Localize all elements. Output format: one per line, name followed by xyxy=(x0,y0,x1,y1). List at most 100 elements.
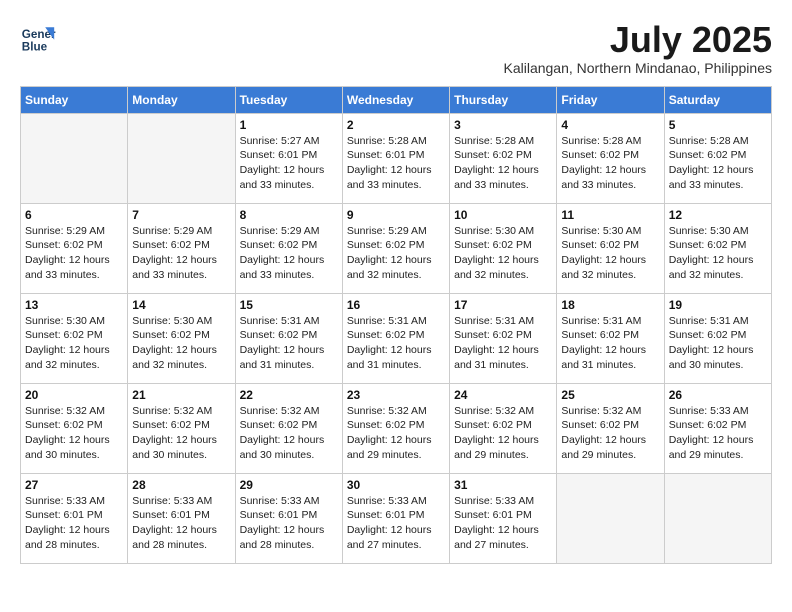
day-info: Sunrise: 5:32 AM Sunset: 6:02 PM Dayligh… xyxy=(347,404,445,463)
calendar-cell: 29 Sunrise: 5:33 AM Sunset: 6:01 PM Dayli… xyxy=(235,473,342,563)
calendar-cell: 23Sunrise: 5:32 AM Sunset: 6:02 PM Dayli… xyxy=(342,383,449,473)
day-number: 22 xyxy=(240,388,338,402)
calendar-cell: 13 Sunrise: 5:30 AM Sunset: 6:02 PM Dayli… xyxy=(21,293,128,383)
calendar-cell: 20 Sunrise: 5:32 AM Sunset: 6:02 PM Dayli… xyxy=(21,383,128,473)
day-info: Sunrise: 5:33 AM Sunset: 6:01 PM Dayligh… xyxy=(347,494,445,553)
day-number: 9 xyxy=(347,208,445,222)
day-number: 17 xyxy=(454,298,552,312)
location-subtitle: Kalilangan, Northern Mindanao, Philippin… xyxy=(503,60,772,76)
day-info: Sunrise: 5:29 AM Sunset: 6:02 PM Dayligh… xyxy=(240,224,338,283)
day-number: 14 xyxy=(132,298,230,312)
day-number: 21 xyxy=(132,388,230,402)
calendar-cell: 24 Sunrise: 5:32 AM Sunset: 6:02 PM Dayli… xyxy=(450,383,557,473)
day-info: Sunrise: 5:28 AM Sunset: 6:01 PM Dayligh… xyxy=(347,134,445,193)
calendar-cell: 8 Sunrise: 5:29 AM Sunset: 6:02 PM Daylig… xyxy=(235,203,342,293)
week-row-5: 27 Sunrise: 5:33 AM Sunset: 6:01 PM Dayli… xyxy=(21,473,772,563)
calendar-cell: 12Sunrise: 5:30 AM Sunset: 6:02 PM Dayli… xyxy=(664,203,771,293)
day-info: Sunrise: 5:32 AM Sunset: 6:02 PM Dayligh… xyxy=(454,404,552,463)
day-info: Sunrise: 5:31 AM Sunset: 6:02 PM Dayligh… xyxy=(454,314,552,373)
day-number: 2 xyxy=(347,118,445,132)
calendar-cell: 7 Sunrise: 5:29 AM Sunset: 6:02 PM Daylig… xyxy=(128,203,235,293)
weekday-header: Sunday xyxy=(21,86,128,113)
calendar-cell xyxy=(664,473,771,563)
day-info: Sunrise: 5:28 AM Sunset: 6:02 PM Dayligh… xyxy=(561,134,659,193)
day-number: 6 xyxy=(25,208,123,222)
day-info: Sunrise: 5:32 AM Sunset: 6:02 PM Dayligh… xyxy=(132,404,230,463)
day-number: 7 xyxy=(132,208,230,222)
calendar-cell: 2 Sunrise: 5:28 AM Sunset: 6:01 PM Daylig… xyxy=(342,113,449,203)
calendar-cell: 9 Sunrise: 5:29 AM Sunset: 6:02 PM Daylig… xyxy=(342,203,449,293)
day-info: Sunrise: 5:30 AM Sunset: 6:02 PM Dayligh… xyxy=(454,224,552,283)
day-info: Sunrise: 5:31 AM Sunset: 6:02 PM Dayligh… xyxy=(240,314,338,373)
day-number: 1 xyxy=(240,118,338,132)
day-info: Sunrise: 5:33 AM Sunset: 6:01 PM Dayligh… xyxy=(132,494,230,553)
day-info: Sunrise: 5:32 AM Sunset: 6:02 PM Dayligh… xyxy=(561,404,659,463)
day-info: Sunrise: 5:32 AM Sunset: 6:02 PM Dayligh… xyxy=(25,404,123,463)
day-number: 15 xyxy=(240,298,338,312)
day-number: 10 xyxy=(454,208,552,222)
day-info: Sunrise: 5:31 AM Sunset: 6:02 PM Dayligh… xyxy=(669,314,767,373)
week-row-4: 20 Sunrise: 5:32 AM Sunset: 6:02 PM Dayli… xyxy=(21,383,772,473)
calendar-cell: 25 Sunrise: 5:32 AM Sunset: 6:02 PM Dayli… xyxy=(557,383,664,473)
day-number: 28 xyxy=(132,478,230,492)
week-row-2: 6 Sunrise: 5:29 AM Sunset: 6:02 PM Daylig… xyxy=(21,203,772,293)
weekday-header: Saturday xyxy=(664,86,771,113)
calendar-cell: 5Sunrise: 5:28 AM Sunset: 6:02 PM Daylig… xyxy=(664,113,771,203)
svg-text:Blue: Blue xyxy=(22,41,48,54)
day-info: Sunrise: 5:29 AM Sunset: 6:02 PM Dayligh… xyxy=(347,224,445,283)
day-info: Sunrise: 5:33 AM Sunset: 6:02 PM Dayligh… xyxy=(669,404,767,463)
day-number: 29 xyxy=(240,478,338,492)
calendar-cell: 30 Sunrise: 5:33 AM Sunset: 6:01 PM Dayli… xyxy=(342,473,449,563)
calendar-cell: 19 Sunrise: 5:31 AM Sunset: 6:02 PM Dayli… xyxy=(664,293,771,383)
day-number: 30 xyxy=(347,478,445,492)
day-info: Sunrise: 5:32 AM Sunset: 6:02 PM Dayligh… xyxy=(240,404,338,463)
day-info: Sunrise: 5:30 AM Sunset: 6:02 PM Dayligh… xyxy=(561,224,659,283)
calendar-cell xyxy=(128,113,235,203)
calendar-cell: 28 Sunrise: 5:33 AM Sunset: 6:01 PM Dayli… xyxy=(128,473,235,563)
calendar-cell: 1 Sunrise: 5:27 AM Sunset: 6:01 PM Daylig… xyxy=(235,113,342,203)
week-row-1: 1 Sunrise: 5:27 AM Sunset: 6:01 PM Daylig… xyxy=(21,113,772,203)
calendar-cell: 6Sunrise: 5:29 AM Sunset: 6:02 PM Daylig… xyxy=(21,203,128,293)
calendar-cell xyxy=(21,113,128,203)
weekday-header: Thursday xyxy=(450,86,557,113)
day-info: Sunrise: 5:31 AM Sunset: 6:02 PM Dayligh… xyxy=(347,314,445,373)
day-number: 18 xyxy=(561,298,659,312)
day-number: 4 xyxy=(561,118,659,132)
day-number: 20 xyxy=(25,388,123,402)
logo-icon: General Blue xyxy=(20,20,56,56)
day-number: 13 xyxy=(25,298,123,312)
calendar-cell: 17 Sunrise: 5:31 AM Sunset: 6:02 PM Dayli… xyxy=(450,293,557,383)
weekday-header: Wednesday xyxy=(342,86,449,113)
day-info: Sunrise: 5:27 AM Sunset: 6:01 PM Dayligh… xyxy=(240,134,338,193)
calendar-table: SundayMondayTuesdayWednesdayThursdayFrid… xyxy=(20,86,772,564)
calendar-cell: 11 Sunrise: 5:30 AM Sunset: 6:02 PM Dayli… xyxy=(557,203,664,293)
calendar-cell xyxy=(557,473,664,563)
weekday-header: Friday xyxy=(557,86,664,113)
day-number: 25 xyxy=(561,388,659,402)
day-number: 8 xyxy=(240,208,338,222)
logo: General Blue xyxy=(20,20,56,56)
calendar-cell: 14Sunrise: 5:30 AM Sunset: 6:02 PM Dayli… xyxy=(128,293,235,383)
day-number: 31 xyxy=(454,478,552,492)
calendar-cell: 22 Sunrise: 5:32 AM Sunset: 6:02 PM Dayli… xyxy=(235,383,342,473)
day-info: Sunrise: 5:33 AM Sunset: 6:01 PM Dayligh… xyxy=(240,494,338,553)
day-number: 24 xyxy=(454,388,552,402)
day-info: Sunrise: 5:30 AM Sunset: 6:02 PM Dayligh… xyxy=(25,314,123,373)
day-info: Sunrise: 5:30 AM Sunset: 6:02 PM Dayligh… xyxy=(669,224,767,283)
month-title: July 2025 xyxy=(503,20,772,60)
calendar-cell: 27 Sunrise: 5:33 AM Sunset: 6:01 PM Dayli… xyxy=(21,473,128,563)
day-number: 27 xyxy=(25,478,123,492)
calendar-cell: 15 Sunrise: 5:31 AM Sunset: 6:02 PM Dayli… xyxy=(235,293,342,383)
day-number: 11 xyxy=(561,208,659,222)
page-header: General Blue July 2025 Kalilangan, North… xyxy=(20,20,772,76)
calendar-cell: 16Sunrise: 5:31 AM Sunset: 6:02 PM Dayli… xyxy=(342,293,449,383)
weekday-header: Monday xyxy=(128,86,235,113)
day-number: 3 xyxy=(454,118,552,132)
calendar-cell: 31Sunrise: 5:33 AM Sunset: 6:01 PM Dayli… xyxy=(450,473,557,563)
day-info: Sunrise: 5:33 AM Sunset: 6:01 PM Dayligh… xyxy=(25,494,123,553)
calendar-cell: 26Sunrise: 5:33 AM Sunset: 6:02 PM Dayli… xyxy=(664,383,771,473)
day-info: Sunrise: 5:29 AM Sunset: 6:02 PM Dayligh… xyxy=(132,224,230,283)
calendar-cell: 4 Sunrise: 5:28 AM Sunset: 6:02 PM Daylig… xyxy=(557,113,664,203)
title-block: July 2025 Kalilangan, Northern Mindanao,… xyxy=(503,20,772,76)
day-number: 19 xyxy=(669,298,767,312)
